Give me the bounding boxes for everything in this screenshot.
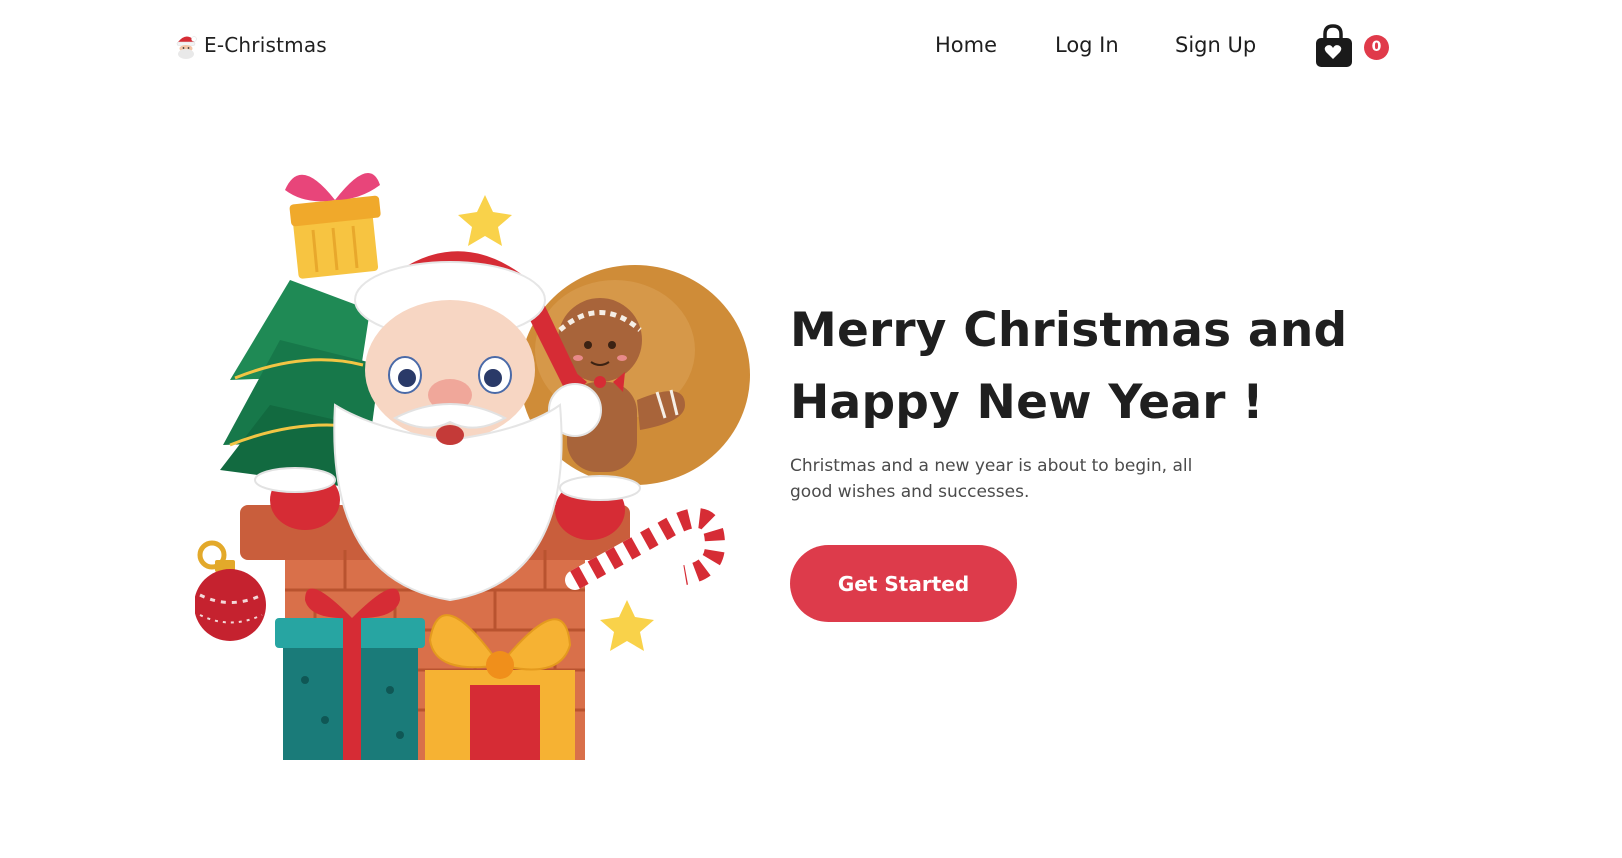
hero-text: Merry Christmas and Happy New Year ! Chr…: [790, 295, 1390, 505]
brand-name: E-Christmas: [204, 33, 327, 57]
nav-signup-link[interactable]: Sign Up: [1175, 33, 1256, 57]
hero-subtitle: Christmas and a new year is about to beg…: [790, 456, 1193, 502]
hero-title: Merry Christmas and Happy New Year !: [790, 295, 1390, 439]
nav-login-link[interactable]: Log In: [1055, 33, 1119, 57]
star: [600, 600, 654, 651]
top-navbar: E-Christmas Home Log In Sign Up 0: [0, 0, 1622, 92]
get-started-button[interactable]: Get Started: [790, 545, 1017, 622]
shopping-bag-heart-icon: [1316, 24, 1352, 67]
santa-illustration: [194, 160, 765, 760]
cart-button[interactable]: 0: [1312, 23, 1394, 73]
brand-logo-link[interactable]: E-Christmas: [174, 31, 327, 59]
cart-count-badge: 0: [1364, 35, 1389, 60]
gift-box-top: [285, 173, 381, 279]
hero-title-line1: Merry Christmas and: [790, 303, 1348, 358]
hero-title-line2: Happy New Year !: [790, 375, 1264, 430]
santa-face-icon: [174, 31, 198, 59]
star: [458, 195, 512, 246]
nav-home-link[interactable]: Home: [935, 33, 997, 57]
